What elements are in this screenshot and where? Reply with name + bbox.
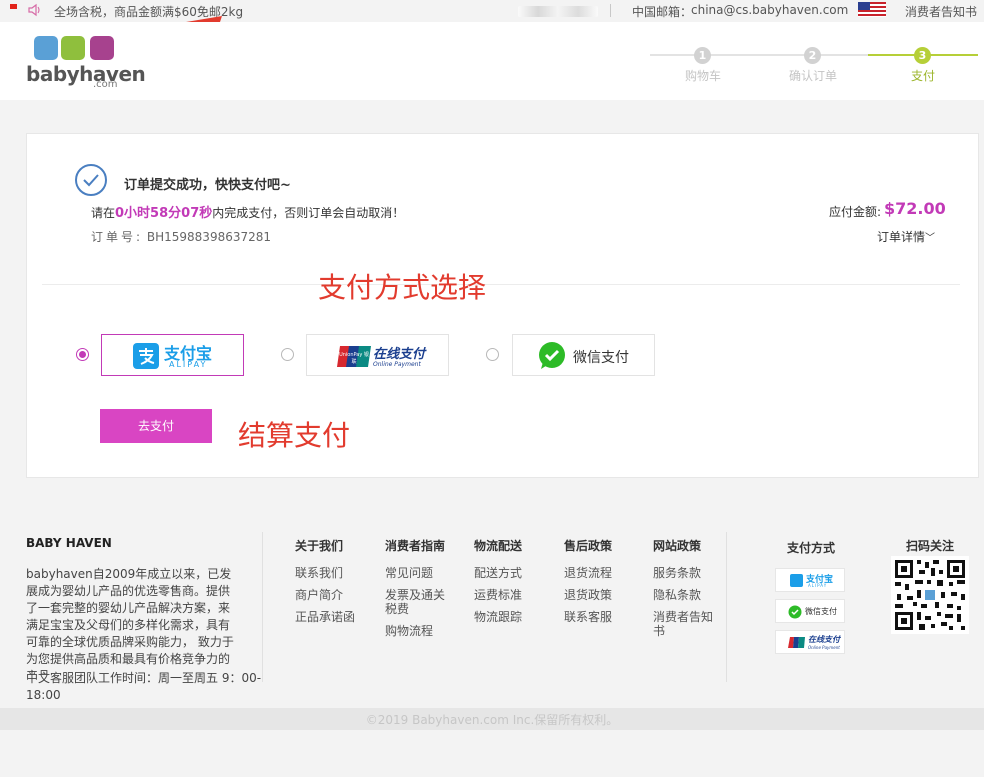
unionpay-radio[interactable] <box>281 348 294 361</box>
footer-alipay-sub: ALIPAY <box>808 583 828 588</box>
step-1-circle: 1 <box>694 47 711 64</box>
footer-link-return-policy[interactable]: 退货政策 <box>564 588 612 602</box>
step-2-label: 确认订单 <box>789 69 838 83</box>
alipay-radio[interactable] <box>76 348 89 361</box>
footer-link-consumer-notice[interactable]: 消费者告知书 <box>653 610 717 638</box>
blurred-username[interactable] <box>518 6 598 17</box>
step-2-circle: 2 <box>804 47 821 64</box>
amount-value: $72.00 <box>884 199 946 218</box>
footer-col-guide-title: 消费者指南 <box>385 539 446 553</box>
footer-divider-right <box>726 532 727 682</box>
countdown-text: 请在0小时58分07秒内完成支付，否则订单会自动取消！ <box>91 202 404 221</box>
stroller-icon <box>34 36 58 60</box>
us-flag-icon[interactable] <box>858 2 886 17</box>
wechat-radio[interactable] <box>486 348 499 361</box>
footer-alipay-chip: 支付宝 ALIPAY <box>775 568 845 592</box>
unionpay-sub: Online Payment <box>373 361 421 368</box>
mail-label: 中国邮箱： <box>632 5 693 19</box>
step-3-label: 支付 <box>911 69 936 83</box>
logo-suffix: .com <box>93 79 118 90</box>
wechat-icon <box>788 605 802 619</box>
order-number-value: BH15988398637281 <box>146 230 272 244</box>
step-3-circle: 3 <box>914 47 931 64</box>
footer-wechat-chip: 微信支付 <box>775 599 845 623</box>
footer-link-invoice[interactable]: 发票及通关税费 <box>385 588 447 616</box>
countdown-time: 0小时58分07秒 <box>115 206 213 221</box>
footer-link-return-process[interactable]: 退货流程 <box>564 566 612 580</box>
page-bottom <box>0 730 984 777</box>
divider <box>610 4 611 17</box>
footer-link-tracking[interactable]: 物流跟踪 <box>474 610 522 624</box>
top-bar: 全场含税，商品金额满$60免邮2kg 中国邮箱： china@cs.babyha… <box>0 0 984 22</box>
section-divider <box>42 284 960 285</box>
unionpay-icon <box>788 637 805 648</box>
corner-mark <box>10 4 17 9</box>
footer-about: babyhaven自2009年成立以来，已发展成为婴幼儿产品的优选零售商。提供了… <box>26 567 234 674</box>
order-detail-link[interactable]: 订单详情﹀ <box>877 228 935 245</box>
unionpay-name: 在线支付 <box>373 347 426 362</box>
footer-link-merchant[interactable]: 商户简介 <box>295 588 343 602</box>
footer-col-shipping-title: 物流配送 <box>474 539 523 553</box>
footer-col-aftersale-title: 售后政策 <box>564 539 613 553</box>
footer-link-delivery[interactable]: 配送方式 <box>474 566 522 580</box>
footer-link-contact[interactable]: 联系我们 <box>295 566 343 580</box>
order-number-label: 订单号: <box>91 230 144 244</box>
alipay-icon <box>133 343 159 369</box>
chevron-down-icon: ﹀ <box>925 233 936 244</box>
footer-brand: BABY HAVEN <box>26 536 112 550</box>
footer-divider-left <box>262 532 263 682</box>
consumer-notice-link[interactable]: 消费者告知书 <box>905 3 977 20</box>
footer-unionpay-label: 在线支付 <box>808 635 840 644</box>
footer-link-faq[interactable]: 常见问题 <box>385 566 433 580</box>
countdown-suffix: 内完成支付，否则订单会自动取消！ <box>212 206 405 220</box>
wechat-name: 微信支付 <box>573 350 629 366</box>
logo-wordmark[interactable]: babyhaven <box>26 62 146 86</box>
countdown-prefix: 请在 <box>91 206 116 220</box>
unionpay-option[interactable]: UnionPay 银联 在线支付 Online Payment <box>306 334 449 376</box>
copyright: ©2019 Babyhaven.com Inc.保留所有权利。 <box>365 713 619 727</box>
footer-link-authentic[interactable]: 正品承诺函 <box>295 610 355 624</box>
bottle-icon <box>90 36 114 60</box>
annotation-checkout: 结算支付 <box>238 419 351 452</box>
footer-link-freight[interactable]: 运费标准 <box>474 588 522 602</box>
unionpay-brand: UnionPay 银联 <box>339 352 369 365</box>
footer-qr-title: 扫码关注 <box>906 539 955 553</box>
success-check-icon <box>75 164 107 196</box>
footer-col-about-title: 关于我们 <box>295 539 344 553</box>
speaker-icon <box>28 3 40 17</box>
step-1-label: 购物车 <box>685 69 722 83</box>
footer-payment-title: 支付方式 <box>787 541 836 555</box>
amount-label: 应付金额: <box>829 205 882 219</box>
footer-col-policy-title: 网站政策 <box>653 539 702 553</box>
mail-address[interactable]: china@cs.babyhaven.com <box>691 3 848 17</box>
footer-link-privacy[interactable]: 隐私条款 <box>653 588 701 602</box>
footer-link-support[interactable]: 联系客服 <box>564 610 612 624</box>
footer-link-terms[interactable]: 服务条款 <box>653 566 701 580</box>
alipay-option[interactable]: 支付宝 ALIPAY <box>101 334 244 376</box>
footer-link-process[interactable]: 购物流程 <box>385 624 433 638</box>
order-number: 订单号: BH15988398637281 <box>91 228 271 245</box>
annotation-payment-method: 支付方式选择 <box>318 271 487 304</box>
order-detail-label: 订单详情 <box>877 230 926 244</box>
site-header: babyhaven .com 1 购物车 2 确认订单 3 支付 <box>0 22 984 100</box>
alipay-sub: ALIPAY <box>169 360 208 369</box>
footer-service-hours: 中文客服团队工作时间：周一至周五 9：00-18:00 <box>26 671 262 702</box>
success-title: 订单提交成功，快快支付吧~ <box>124 178 291 193</box>
qr-code-icon[interactable] <box>891 556 969 634</box>
wechat-option[interactable]: 微信支付 <box>512 334 655 376</box>
footer-unionpay-chip: 在线支付 Online Payment <box>775 630 845 654</box>
toy-icon <box>61 36 85 60</box>
footer-wechat-label: 微信支付 <box>805 607 837 616</box>
go-pay-button[interactable]: 去支付 <box>100 409 212 443</box>
footer-unionpay-sub: Online Payment <box>808 645 840 650</box>
alipay-icon <box>790 574 803 587</box>
wechat-icon <box>539 342 565 369</box>
